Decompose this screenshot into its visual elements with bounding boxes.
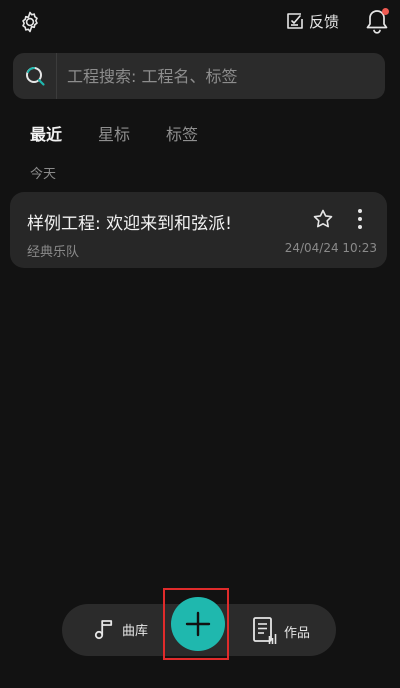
music-note-icon xyxy=(94,620,113,640)
feedback-icon xyxy=(287,13,303,29)
feedback-button[interactable]: 反馈 xyxy=(285,8,339,34)
nav-library-label: 曲库 xyxy=(122,623,149,639)
nav-works-button[interactable]: 作品 xyxy=(252,616,310,646)
search-button[interactable] xyxy=(13,53,57,99)
notifications-button[interactable] xyxy=(364,7,390,35)
star-button[interactable] xyxy=(312,208,334,230)
notification-badge xyxy=(382,8,389,15)
search-bar xyxy=(13,53,385,99)
project-date: 24/04/24 10:23 xyxy=(284,241,377,255)
search-input[interactable] xyxy=(57,53,385,99)
section-header-today: 今天 xyxy=(30,167,57,182)
search-icon xyxy=(25,67,45,86)
tab-recent[interactable]: 最近 xyxy=(30,121,62,145)
more-options-button[interactable] xyxy=(353,207,367,231)
document-icon xyxy=(253,617,277,644)
more-vertical-icon xyxy=(358,209,362,229)
nav-library-button[interactable]: 曲库 xyxy=(92,617,148,641)
plus-icon xyxy=(185,611,211,637)
gear-icon xyxy=(22,11,38,33)
tab-starred[interactable]: 星标 xyxy=(98,121,130,145)
nav-works-label: 作品 xyxy=(284,625,311,641)
add-project-button[interactable] xyxy=(171,597,225,651)
feedback-label: 反馈 xyxy=(309,12,340,31)
project-title: 样例工程: 欢迎来到和弦派! xyxy=(27,214,232,234)
tab-tags[interactable]: 标签 xyxy=(166,121,198,145)
app-screen: 反馈 最近 星标 标签 今天 样例工程: 欢迎来到和弦派! 经典乐队 24/04… xyxy=(0,0,400,688)
settings-button[interactable] xyxy=(18,10,42,34)
tab-bar: 最近 星标 标签 xyxy=(30,121,198,145)
project-subtitle: 经典乐队 xyxy=(27,245,80,260)
project-card[interactable]: 样例工程: 欢迎来到和弦派! 经典乐队 24/04/24 10:23 xyxy=(10,192,387,268)
star-icon xyxy=(313,209,333,228)
